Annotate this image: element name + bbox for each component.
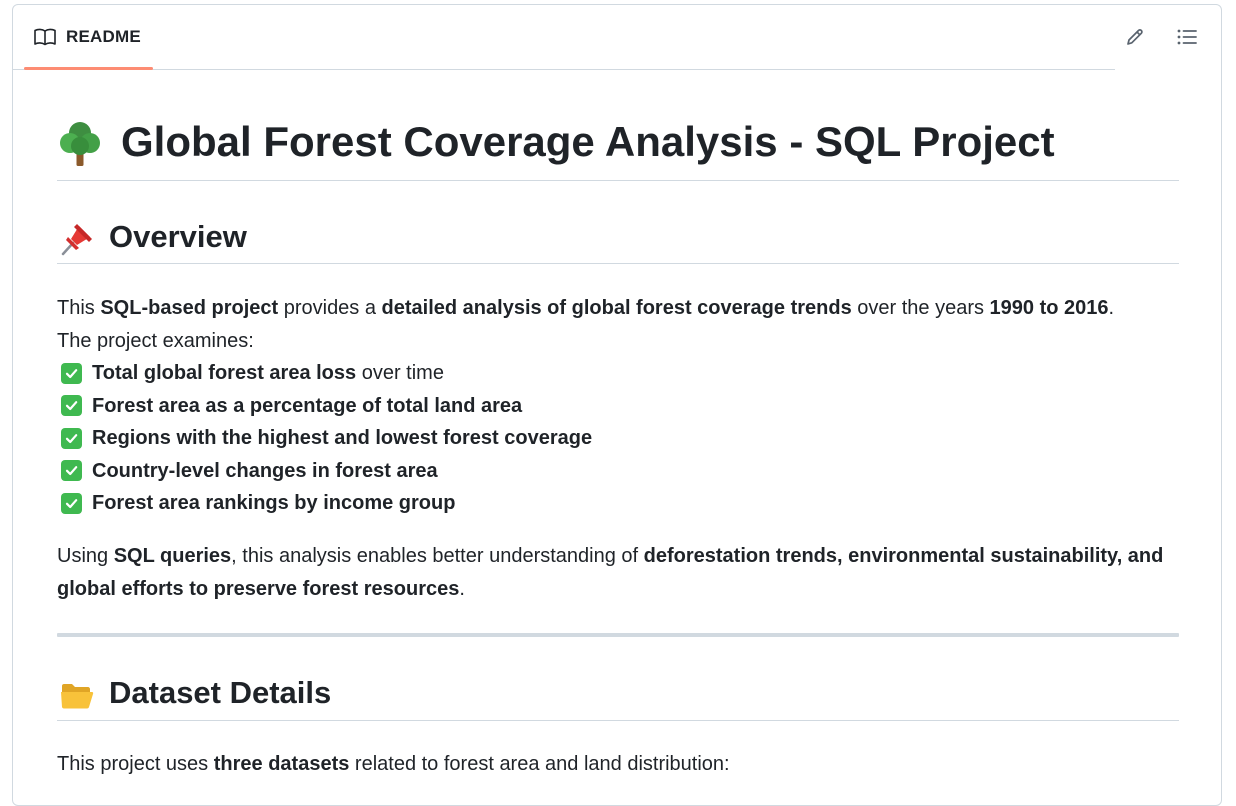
intro-text-1: This (57, 297, 101, 319)
book-icon (34, 28, 56, 46)
tree-emoji-icon (60, 122, 100, 166)
pencil-icon (1127, 29, 1143, 45)
check-mark-icon (61, 460, 82, 482)
readme-tab[interactable]: README (24, 5, 153, 70)
overview-summary: Using SQL queries, this analysis enables… (57, 540, 1179, 605)
dataset-intro: This project uses three datasets related… (57, 748, 1179, 781)
intro-text-3: over the years (851, 297, 990, 319)
check-mark-icon (61, 492, 82, 514)
list-item: Total global forest area loss over time (57, 357, 592, 390)
active-tab-indicator (24, 67, 153, 70)
list-icon (1177, 29, 1197, 45)
overview-intro: This SQL-based project provides a detail… (57, 292, 1179, 357)
intro-bold-3: 1990 to 2016 (989, 297, 1109, 319)
list-item: Regions with the highest and lowest fore… (57, 422, 592, 455)
check-mark-icon (61, 362, 82, 384)
list-item-text: over time (356, 362, 444, 384)
dataset-text-1: This project uses (57, 753, 214, 775)
check-mark-icon (61, 427, 82, 449)
page-title-text: Global Forest Coverage Analysis - SQL Pr… (121, 118, 1055, 165)
summary-text-2: , this analysis enables better understan… (231, 545, 644, 567)
examines-checklist: Total global forest area loss over time … (57, 357, 592, 520)
list-item: Country-level changes in forest area (57, 455, 592, 488)
list-item-bold: Regions with the highest and lowest fore… (92, 427, 593, 449)
summary-bold-1: SQL queries (113, 545, 232, 567)
list-item-bold: Total global forest area loss (92, 362, 357, 384)
intro-text-2: provides a (278, 297, 382, 319)
overview-heading-text: Overview (109, 219, 247, 254)
outline-button[interactable] (1175, 25, 1199, 49)
dataset-bold-1: three datasets (213, 753, 350, 775)
summary-text-3: . (459, 577, 465, 600)
page-title: Global Forest Coverage Analysis - SQL Pr… (57, 117, 1179, 181)
edit-file-button[interactable] (1123, 25, 1147, 49)
dataset-heading: Dataset Details (57, 673, 1179, 721)
summary-text-1: Using (57, 545, 114, 567)
list-item: Forest area rankings by income group (57, 487, 592, 520)
intro-bold-2: detailed analysis of global forest cover… (381, 297, 852, 319)
overview-heading: Overview (57, 217, 1179, 264)
list-item-bold: Forest area rankings by income group (92, 492, 456, 514)
intro-text-4: . (1108, 297, 1115, 319)
readme-panel: README Global Forest Coverage Analysis -… (12, 4, 1222, 806)
readme-header: README (13, 5, 1115, 70)
list-item: Forest area as a percentage of total lan… (57, 390, 592, 423)
intro-line-2: The project examines: (57, 329, 254, 352)
list-item-bold: Country-level changes in forest area (92, 459, 438, 482)
open-folder-emoji-icon (61, 684, 94, 709)
dataset-text-2: related to forest area and land distribu… (349, 753, 730, 775)
horizontal-rule (57, 633, 1179, 637)
readme-tab-label: README (66, 27, 141, 46)
intro-bold-1: SQL-based project (100, 297, 279, 319)
dataset-heading-text: Dataset Details (109, 675, 332, 710)
list-item-bold: Forest area as a percentage of total lan… (92, 394, 523, 417)
check-mark-icon (61, 395, 82, 417)
pushpin-emoji-icon (61, 224, 92, 256)
